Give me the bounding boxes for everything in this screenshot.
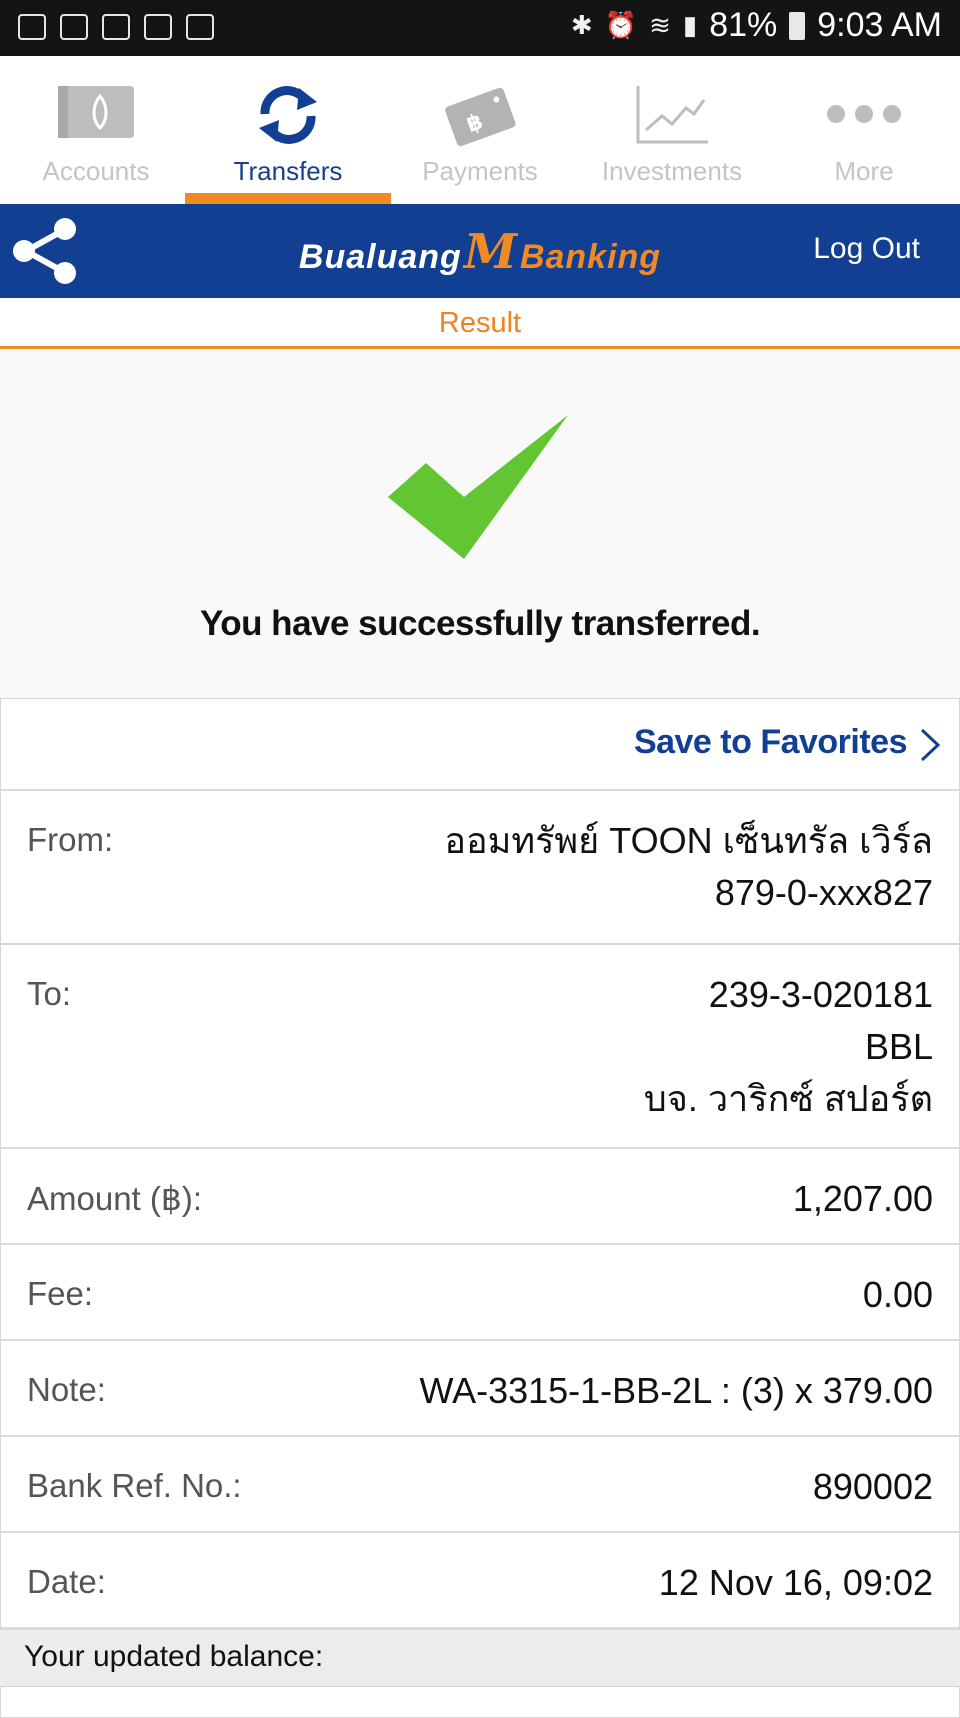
tab-transfers-label: Transfers <box>233 156 343 186</box>
email-icon <box>18 14 46 40</box>
brand-text-bualuang: Bualuang <box>298 238 462 276</box>
to-label: To: <box>27 975 72 1012</box>
logout-button[interactable]: Log Out <box>813 232 920 266</box>
amount-label: Amount (฿): <box>27 1180 203 1217</box>
bank-ref-value: 890002 <box>812 1466 933 1507</box>
from-values: ออมทรัพย์ TOON เซ็นทรัล เวิร์ล 879-0-xxx… <box>444 815 933 919</box>
note-value: WA-3315-1-BB-2L : (3) x 379.00 <box>419 1370 933 1411</box>
tab-investments-label: Investments <box>601 156 743 186</box>
chevron-right-icon <box>920 728 941 762</box>
to-row: To: 239-3-020181 BBL บจ. วาริกซ์ สปอร์ต <box>1 945 959 1149</box>
to-values: 239-3-020181 BBL บจ. วาริกซ์ สปอร์ต <box>644 969 933 1125</box>
status-bar: ✱ ⏰ ≋ ▮ 81% 9:03 AM <box>0 0 960 56</box>
tab-accounts-label: Accounts <box>42 156 150 186</box>
bluetooth-icon: ✱ <box>570 10 593 40</box>
checkmark-icon <box>388 415 568 559</box>
success-message: You have successfully transferred. <box>199 604 761 643</box>
from-account-number: 879-0-xxx827 <box>714 872 933 913</box>
from-label: From: <box>27 821 114 858</box>
result-title: Result <box>438 307 522 339</box>
wallet-icon <box>58 86 134 138</box>
balance-box <box>0 1686 960 1718</box>
fee-value: 0.00 <box>862 1274 933 1315</box>
battery-percent: 81% <box>709 6 778 44</box>
at-icon <box>144 14 172 40</box>
battery-icon <box>789 11 806 40</box>
tab-payments[interactable]: ฿ Payments <box>384 56 576 204</box>
clock: 9:03 AM <box>817 6 942 44</box>
result-strip: Result <box>0 298 960 349</box>
brand-text-banking: Banking <box>519 238 662 276</box>
balance-label: Your updated balance: <box>24 1640 324 1673</box>
transfer-details: Save to Favorites From: ออมทรัพย์ TOON เ… <box>0 698 960 1630</box>
date-row: Date: 12 Nov 16, 09:02 <box>1 1533 959 1629</box>
mail-icon <box>60 14 88 40</box>
date-label: Date: <box>27 1563 106 1600</box>
app-header: BualuangMBanking Log Out <box>0 204 960 298</box>
to-bank: BBL <box>864 1026 933 1067</box>
card-icon: ฿ <box>445 87 516 147</box>
from-row: From: ออมทรัพย์ TOON เซ็นทรัล เวิร์ล 879… <box>1 791 959 945</box>
fee-label: Fee: <box>27 1275 94 1312</box>
outlook-icon <box>102 14 130 40</box>
tab-payments-label: Payments <box>422 156 538 186</box>
tab-accounts[interactable]: Accounts <box>0 56 192 204</box>
tab-bar: Accounts Transfers ฿ Payments Investment… <box>0 56 960 204</box>
amount-row: Amount (฿): 1,207.00 <box>1 1149 959 1245</box>
tab-transfers[interactable]: Transfers <box>192 56 384 204</box>
system-indicators: ✱ ⏰ ≋ ▮ 81% 9:03 AM <box>571 6 942 45</box>
date-value: 12 Nov 16, 09:02 <box>658 1562 933 1603</box>
alarm-icon: ⏰ <box>604 10 638 40</box>
bank-ref-row: Bank Ref. No.: 890002 <box>1 1437 959 1533</box>
note-row: Note: WA-3315-1-BB-2L : (3) x 379.00 <box>1 1341 959 1437</box>
amount-value: 1,207.00 <box>792 1178 933 1219</box>
to-account-number: 239-3-020181 <box>708 974 933 1015</box>
tab-more[interactable]: More <box>768 56 960 204</box>
chart-icon <box>636 86 708 144</box>
tab-more-label: More <box>834 156 894 186</box>
more-dots-icon <box>827 105 901 123</box>
brand-m: M <box>463 224 518 280</box>
save-favorites-link[interactable]: Save to Favorites <box>634 723 908 762</box>
fee-row: Fee: 0.00 <box>1 1245 959 1341</box>
transfer-icon <box>259 86 317 144</box>
tab-investments[interactable]: Investments <box>576 56 768 204</box>
gallery-icon <box>186 14 214 40</box>
balance-section: Your updated balance: <box>0 1630 960 1718</box>
wifi-icon: ≋ <box>649 10 671 40</box>
save-favorites-row[interactable]: Save to Favorites <box>1 699 959 791</box>
notification-icons <box>18 14 214 40</box>
to-account-name: บจ. วาริกซ์ สปอร์ต <box>643 1078 933 1119</box>
bank-ref-label: Bank Ref. No.: <box>27 1467 242 1504</box>
from-account-name: ออมทรัพย์ TOON เซ็นทรัล เวิร์ล <box>444 820 933 861</box>
signal-icon: ▮ <box>682 10 698 40</box>
active-tab-indicator <box>185 193 391 204</box>
note-label: Note: <box>27 1371 106 1408</box>
